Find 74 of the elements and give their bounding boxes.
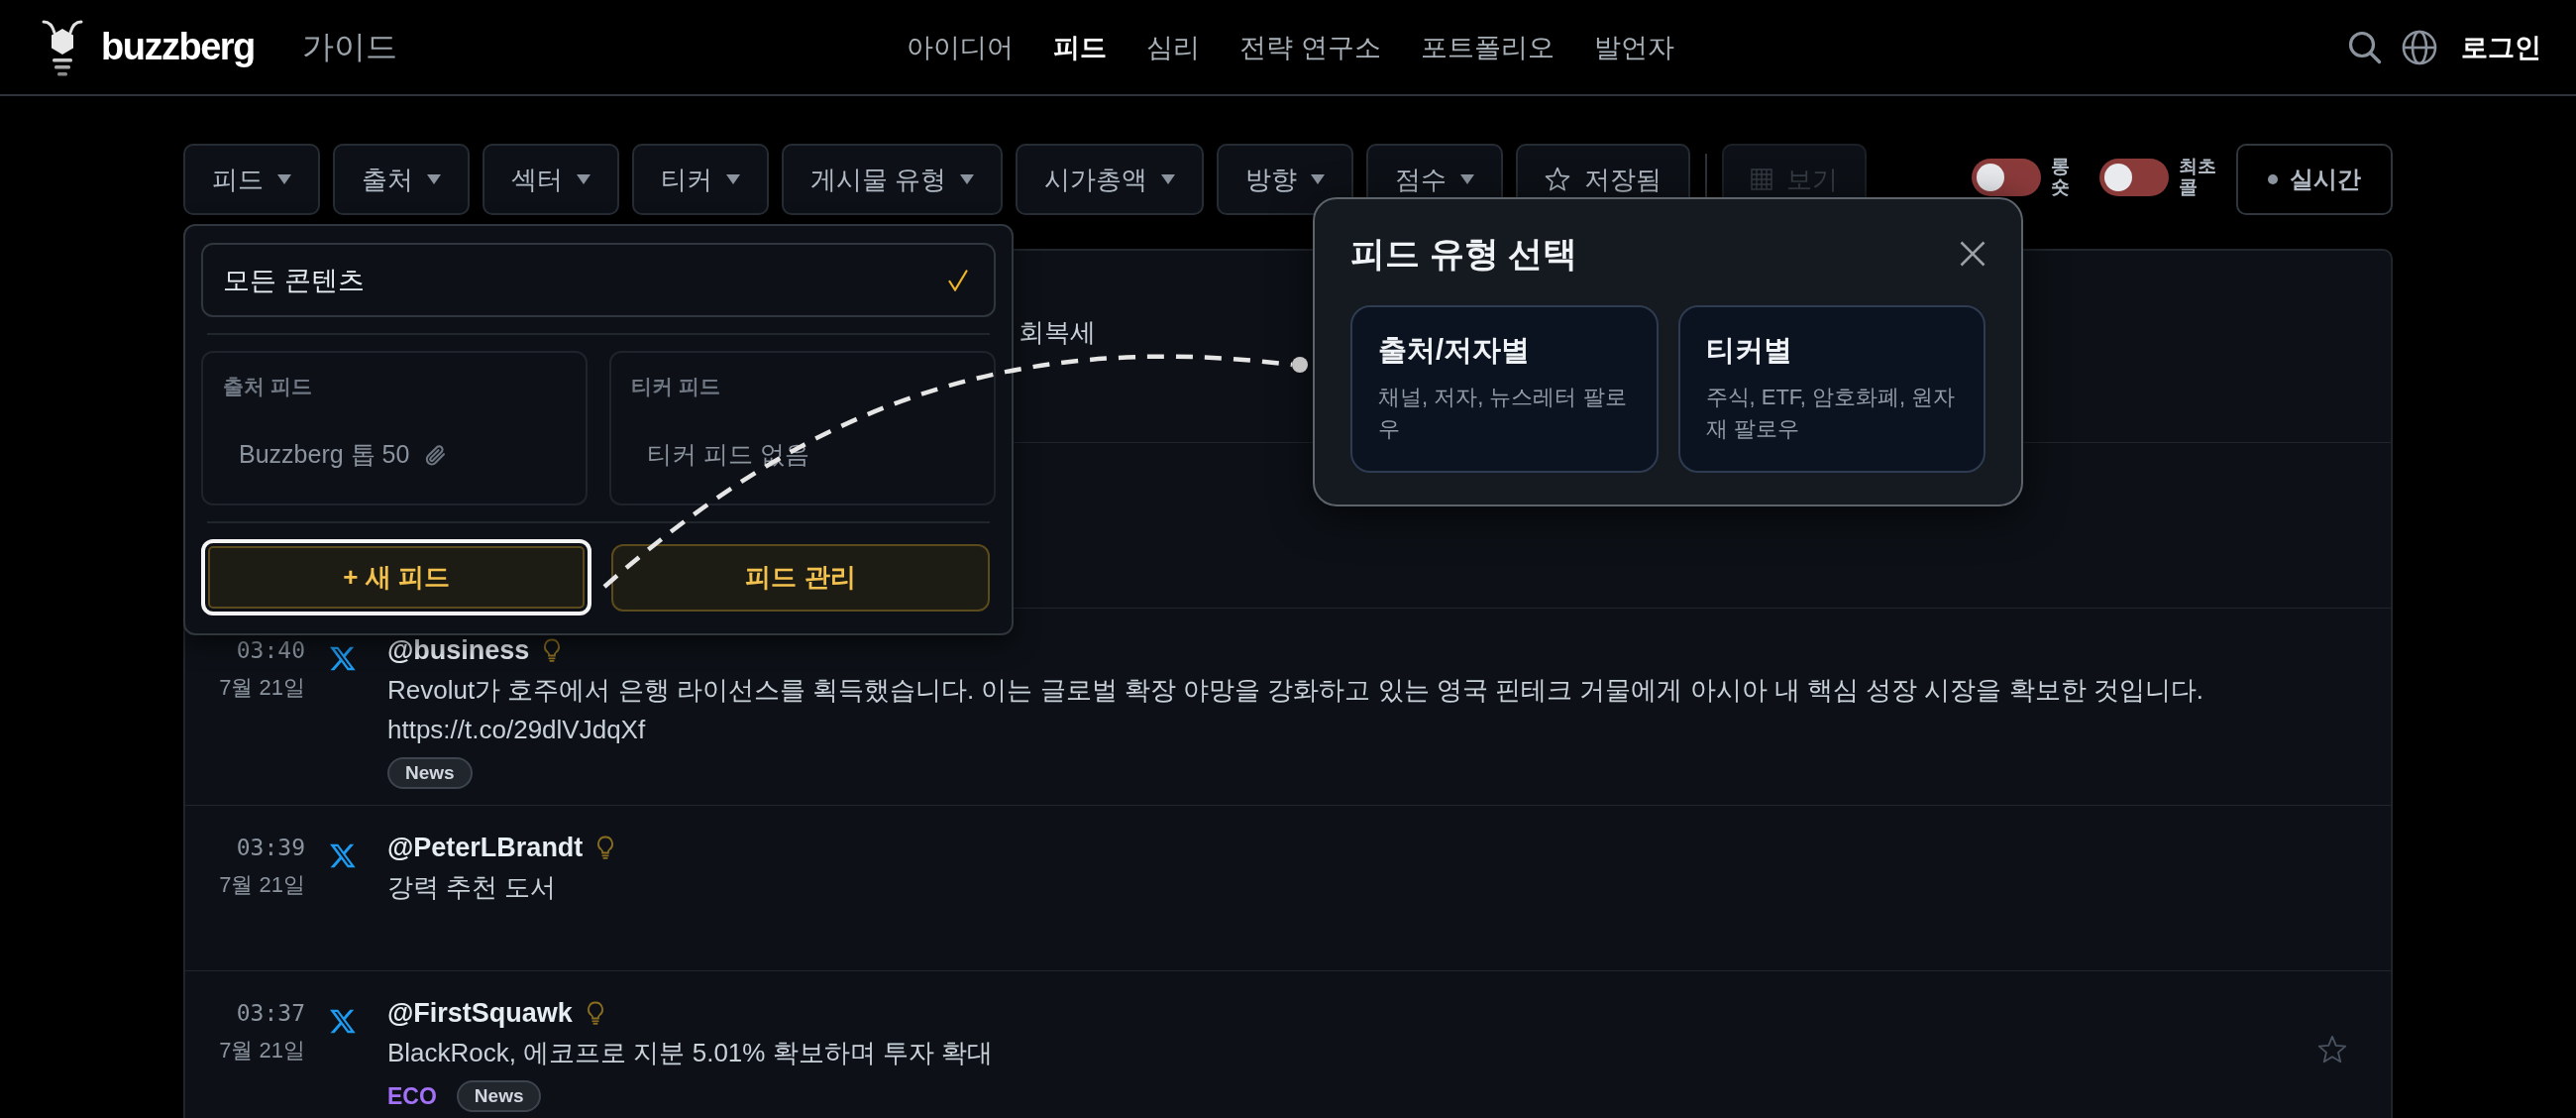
nav-link[interactable]: 아이디어 [907, 29, 1015, 65]
post-text: 강력 추천 도서 [387, 871, 558, 904]
toggle-label: 최초콜 [2179, 157, 2216, 198]
post-date: 7월 21일 [218, 871, 305, 899]
toggle-switch[interactable] [1972, 158, 2041, 196]
letter-x-icon [329, 842, 357, 869]
caret-icon [960, 174, 975, 184]
close-icon[interactable] [1960, 241, 1986, 267]
group-title: 출처 피드 [223, 374, 313, 399]
caret-icon [577, 174, 590, 184]
filter-dropdown[interactable]: 출처 [333, 144, 470, 215]
nav-link[interactable]: 전략 연구소 [1239, 29, 1381, 65]
dialog-title: 피드 유형 선택 [1350, 232, 1578, 275]
caret-icon [1460, 174, 1475, 184]
feed-item[interactable]: Buzzberg 톱 50 [239, 438, 410, 471]
option-card[interactable]: 티커별 주식, ETF, 암호화폐, 원자재 팔로우 [1677, 305, 1986, 473]
post-time: 03:37 [235, 999, 305, 1028]
caret-icon [277, 174, 291, 184]
post-date: 7월 21일 [218, 674, 305, 702]
option-title: 티커별 [1705, 333, 1793, 367]
category-tag[interactable]: News [456, 1080, 542, 1112]
caret-icon [726, 174, 740, 184]
nav-link[interactable]: 피드 [1053, 29, 1108, 65]
letter-x-icon [329, 645, 357, 672]
option-card[interactable]: 출처/저자별 채널, 저자, 뉴스레터 팔로우 [1350, 305, 1659, 473]
menu-option[interactable]: 모든 콘텐츠 [201, 243, 996, 317]
caret-icon [427, 174, 441, 184]
letter-x-icon [329, 1008, 357, 1035]
caret-icon [1311, 174, 1326, 184]
paperclip-icon [423, 442, 448, 467]
post-text: 회복세 [1019, 316, 1096, 349]
filter-dropdown[interactable]: 피드 [183, 144, 320, 215]
login-button[interactable]: 로그인 [2461, 29, 2541, 65]
post-text: Revolut가 호주에서 은행 라이선스를 획득했습니다. 이는 글로벌 확장 야망을 강화하고 있는 영국 핀테크 거물에게 아시아 내 핵심 성장 시장을 확보한 것입니다. [387, 674, 2205, 707]
group-title: 티커 피드 [631, 374, 721, 399]
post-link[interactable]: https://t.co/29dlVJdqXf [387, 710, 646, 749]
toggle-label: 롱숏 [2051, 157, 2070, 198]
lightbulb-icon [543, 638, 562, 662]
option-description: 주식, ETF, 암호화폐, 원자재 팔로우 [1705, 384, 1957, 443]
option-description: 채널, 저자, 뉴스레터 팔로우 [1378, 384, 1628, 443]
post-text: BlackRock, 에코프로 지분 5.01% 확보하며 투자 확대 [387, 1037, 995, 1069]
manage-feeds-button[interactable]: 피드 관리 [611, 543, 990, 612]
search-icon[interactable] [2348, 30, 2382, 64]
globe-icon[interactable] [2402, 29, 2437, 65]
nav-link[interactable]: 심리 [1146, 29, 1201, 65]
dot-icon [2268, 174, 2278, 184]
grid-icon [1751, 168, 1773, 190]
lightbulb-icon [596, 836, 615, 859]
author-name[interactable]: @business [387, 634, 530, 666]
guide-link[interactable]: 가이드 [301, 25, 397, 69]
post-date: 7월 21일 [218, 1037, 305, 1064]
post-time: 03:39 [235, 834, 305, 862]
caret-icon [1161, 174, 1176, 184]
check-icon [948, 269, 968, 291]
filter-dropdown[interactable]: 게시물 유형 [782, 144, 1004, 215]
brand-name[interactable]: buzzberg [101, 26, 255, 68]
filter-dropdown[interactable]: 시가총액 [1016, 144, 1205, 215]
toggle-switch[interactable] [2099, 158, 2169, 196]
ticker-label[interactable]: ECO [387, 1082, 437, 1110]
nav-link[interactable]: 발언자 [1593, 29, 1674, 65]
new-feed-button[interactable]: + 새 피드 [201, 539, 591, 615]
option-title: 출처/저자별 [1378, 333, 1532, 367]
filter-dropdown[interactable]: 티커 [632, 144, 769, 215]
filter-dropdown[interactable]: 방향 [1217, 144, 1354, 215]
star-icon[interactable] [2317, 1035, 2347, 1064]
live-button[interactable]: 실시간 [2236, 144, 2393, 215]
category-tag[interactable]: News [387, 757, 473, 789]
filter-dropdown[interactable]: 섹터 [483, 144, 619, 215]
post-time: 03:40 [235, 636, 305, 665]
nav-link[interactable]: 포트폴리오 [1420, 29, 1555, 65]
lightbulb-icon [586, 1001, 604, 1025]
star-icon [1545, 167, 1571, 192]
author-name[interactable]: @PeterLBrandt [387, 832, 584, 863]
author-name[interactable]: @FirstSquawk [387, 997, 573, 1029]
